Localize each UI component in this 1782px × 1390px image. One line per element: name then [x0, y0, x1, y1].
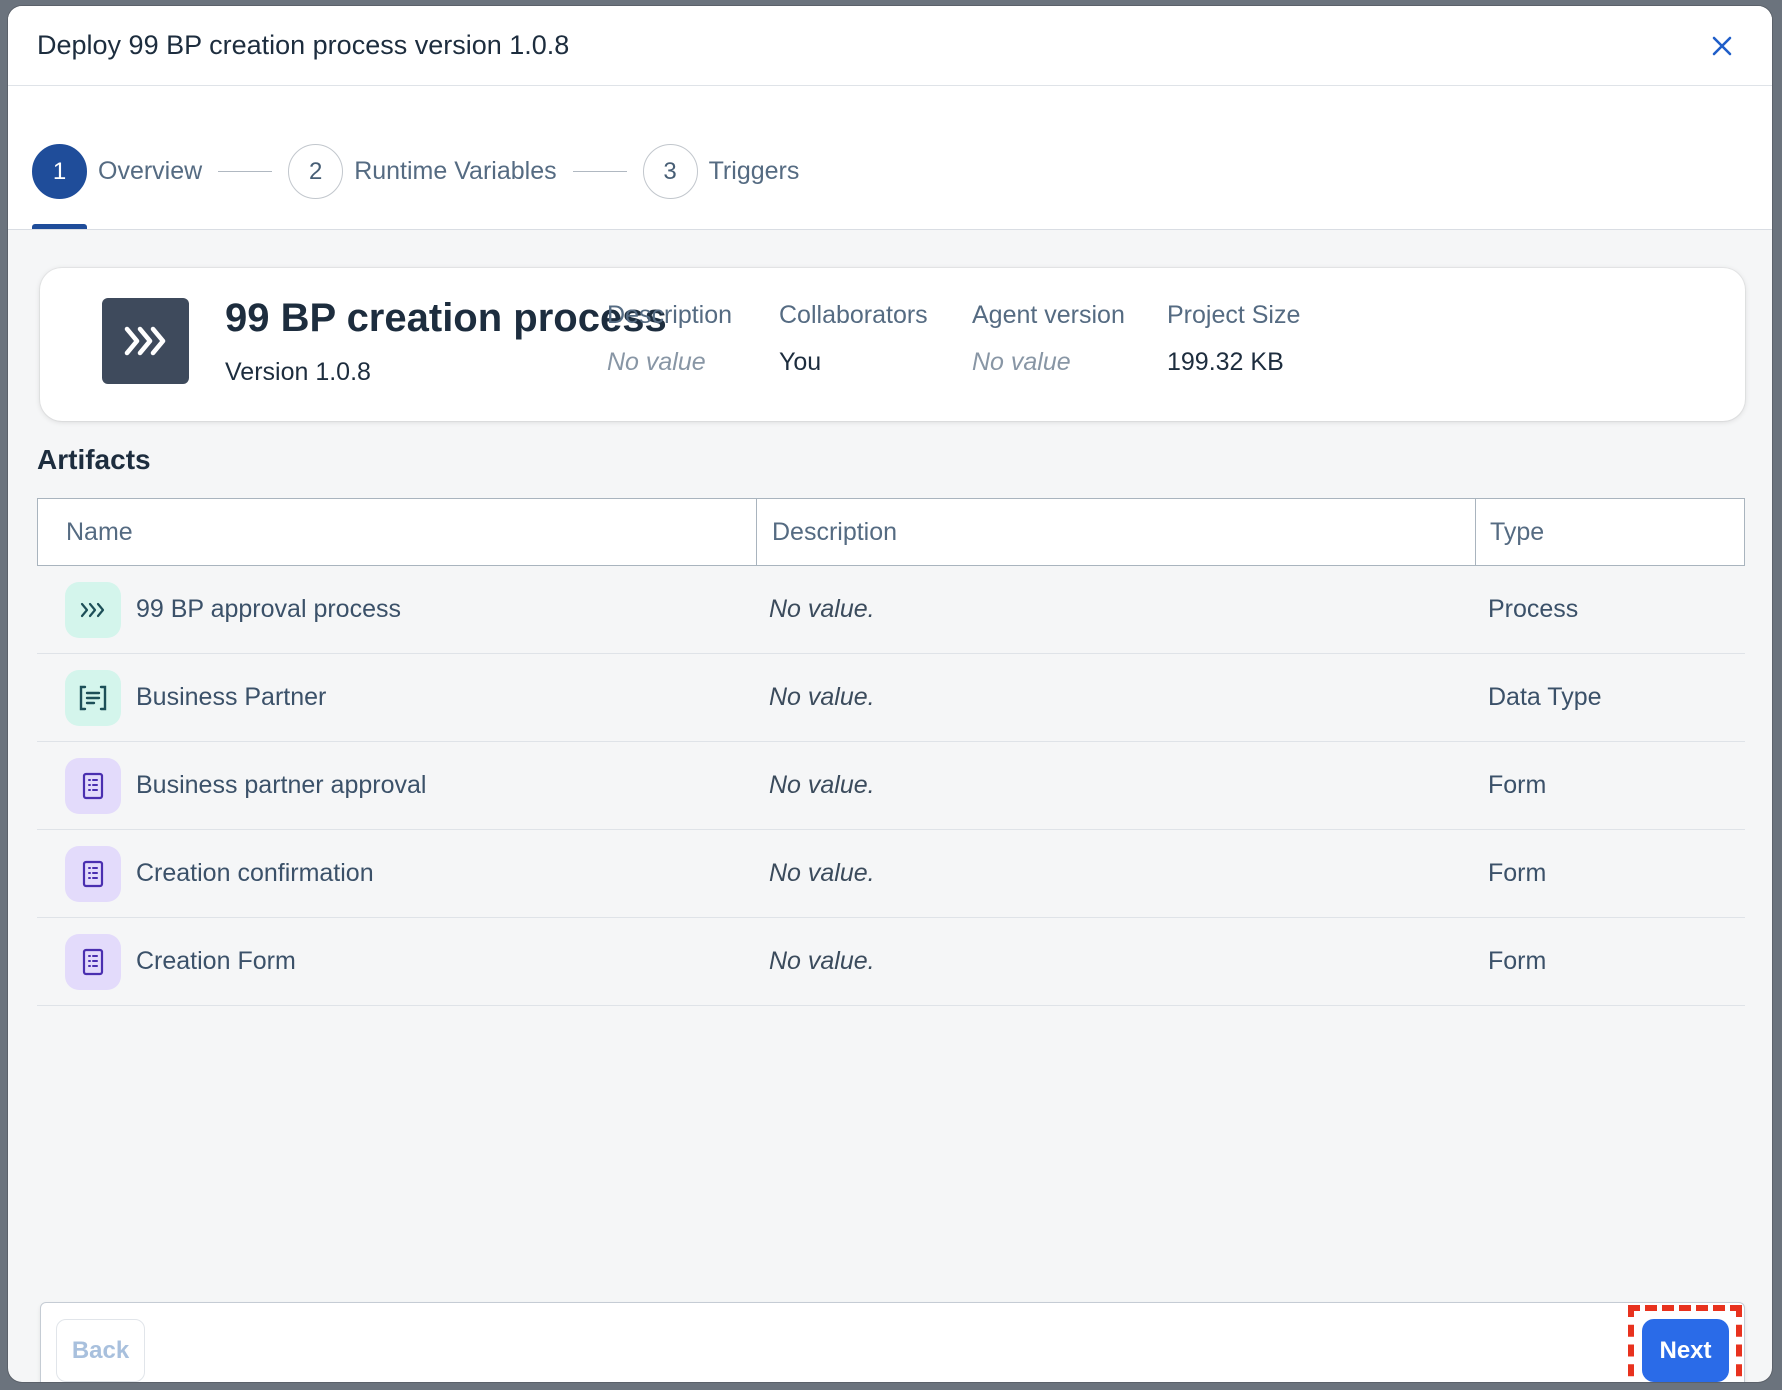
table-row[interactable]: 99 BP approval process No value. Process: [37, 566, 1745, 654]
table-row[interactable]: Creation Form No value. Form: [37, 918, 1745, 1006]
project-version: Version 1.0.8: [225, 358, 371, 386]
step-runtime-variables[interactable]: 2 Runtime Variables: [288, 144, 557, 199]
table-row[interactable]: Creation confirmation No value. Form: [37, 830, 1745, 918]
meta-label: Project Size: [1167, 301, 1301, 329]
artifact-type: Form: [1488, 947, 1547, 975]
step-number: 3: [642, 144, 698, 199]
step-label: Triggers: [708, 157, 800, 185]
data-type-icon: [65, 669, 121, 726]
step-label: Overview: [98, 157, 203, 185]
artifacts-table: Name Description Type 99 BP approval pro…: [37, 498, 1745, 1006]
artifact-type: Form: [1488, 771, 1547, 799]
process-icon: [102, 298, 189, 384]
artifact-name: 99 BP approval process: [136, 595, 401, 623]
artifact-type: Data Type: [1488, 683, 1602, 711]
deploy-dialog: Deploy 99 BP creation process version 1.…: [8, 6, 1772, 1382]
artifact-description: No value.: [769, 595, 875, 623]
artifact-name: Creation confirmation: [136, 859, 374, 887]
table-row[interactable]: Business partner approval No value. Form: [37, 742, 1745, 830]
column-header-type[interactable]: Type: [1475, 499, 1744, 565]
table-header: Name Description Type: [37, 498, 1745, 566]
artifact-description: No value.: [769, 859, 875, 887]
step-label: Runtime Variables: [354, 157, 557, 185]
artifact-description: No value.: [769, 683, 875, 711]
project-name: 99 BP creation process: [225, 296, 667, 340]
meta-collaborators: Collaborators You: [779, 301, 928, 377]
meta-label: Agent version: [972, 301, 1125, 329]
meta-agent-version: Agent version No value: [972, 301, 1125, 377]
meta-label: Description: [607, 301, 733, 329]
process-icon: [65, 581, 121, 638]
active-step-indicator: [32, 224, 87, 229]
step-overview[interactable]: 1 Overview: [32, 144, 202, 199]
dialog-footer: Back Next: [40, 1302, 1745, 1382]
artifact-description: No value.: [769, 947, 875, 975]
close-icon: [1712, 36, 1732, 55]
close-button[interactable]: [1702, 26, 1742, 66]
form-icon: [65, 757, 121, 814]
next-button[interactable]: Next: [1642, 1319, 1729, 1382]
dialog-header: Deploy 99 BP creation process version 1.…: [8, 6, 1772, 86]
meta-description: Description No value: [607, 301, 732, 377]
column-header-name[interactable]: Name: [38, 499, 756, 565]
artifact-name: Business Partner: [136, 683, 327, 711]
meta-value: No value: [972, 348, 1071, 376]
artifact-description: No value.: [769, 771, 875, 799]
table-row[interactable]: Business Partner No value. Data Type: [37, 654, 1745, 742]
artifact-name: Business partner approval: [136, 771, 427, 799]
step-number: 1: [32, 144, 87, 199]
form-icon: [65, 845, 121, 902]
form-icon: [65, 933, 121, 990]
column-header-description[interactable]: Description: [756, 499, 1475, 565]
wizard-steps: 1 Overview 2 Runtime Variables 3 Trigger…: [8, 86, 1772, 230]
project-summary-card: 99 BP creation process Version 1.0.8 Des…: [40, 268, 1745, 421]
step-separator: [572, 171, 627, 172]
dialog-title: Deploy 99 BP creation process version 1.…: [37, 30, 570, 60]
back-button[interactable]: Back: [56, 1319, 145, 1382]
artifact-type: Form: [1488, 859, 1547, 887]
artifact-type: Process: [1488, 595, 1579, 623]
artifact-name: Creation Form: [136, 947, 296, 975]
meta-value: 199.32 KB: [1167, 348, 1284, 376]
step-number: 2: [288, 144, 344, 199]
artifacts-title: Artifacts: [37, 444, 151, 475]
meta-project-size: Project Size 199.32 KB: [1167, 301, 1300, 377]
meta-value: You: [779, 348, 822, 376]
step-separator: [218, 171, 273, 172]
step-triggers[interactable]: 3 Triggers: [642, 144, 800, 199]
meta-value: No value: [607, 348, 706, 376]
meta-label: Collaborators: [779, 301, 928, 329]
